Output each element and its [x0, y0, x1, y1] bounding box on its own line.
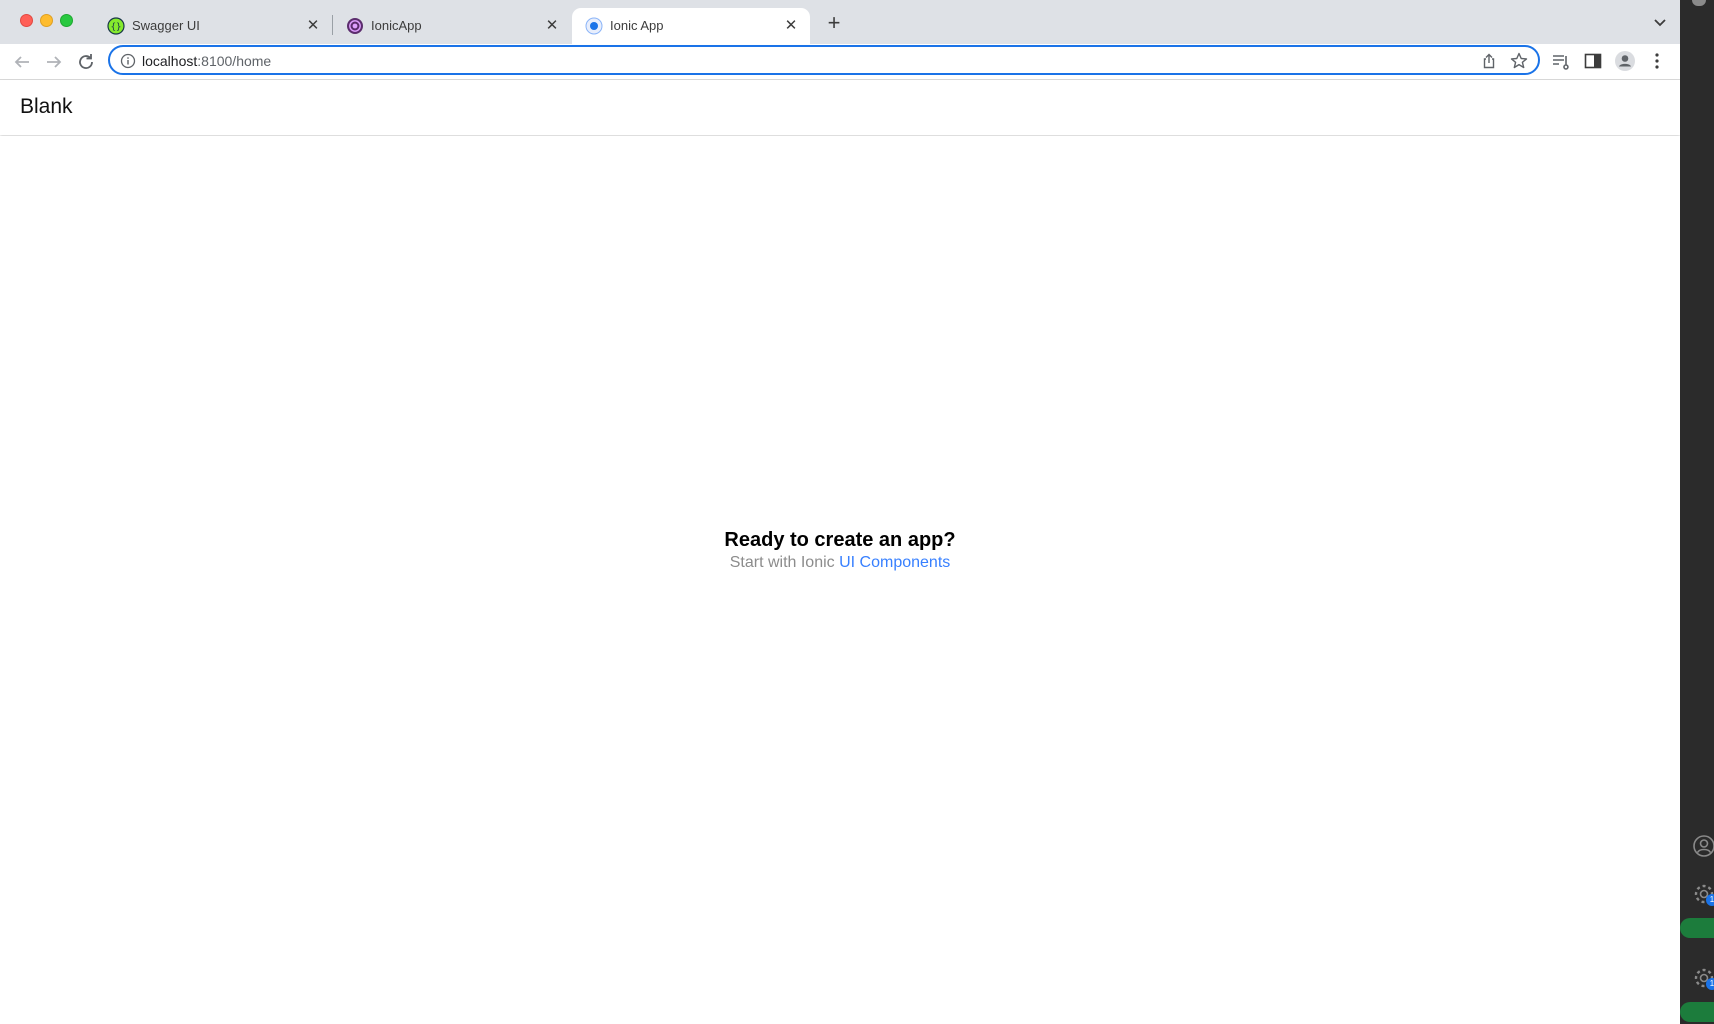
address-bar[interactable]: localhost:8100/home: [108, 45, 1540, 75]
ui-components-link[interactable]: UI Components: [839, 554, 950, 571]
empty-state-prefix: Start with Ionic: [729, 554, 840, 571]
close-window-button[interactable]: [20, 14, 33, 27]
account-icon[interactable]: [1692, 834, 1714, 858]
tab-title: Ionic App: [610, 18, 664, 33]
empty-state-heading: Ready to create an app?: [724, 529, 956, 551]
tab-swagger-ui[interactable]: {} Swagger UI ✕: [94, 8, 332, 44]
remote-indicator[interactable]: [1680, 1002, 1714, 1022]
url-path: :8100/home: [197, 53, 272, 69]
tab-title: IonicApp: [371, 18, 422, 33]
forward-icon[interactable]: [42, 50, 66, 74]
app-content: Ready to create an app? Start with Ionic…: [0, 136, 1680, 1024]
menu-kebab-icon[interactable]: [1646, 50, 1668, 72]
empty-state: Ready to create an app? Start with Ionic…: [0, 528, 1680, 574]
ide-activity-bar: 1 1: [1680, 0, 1714, 1024]
close-tab-icon[interactable]: ✕: [543, 17, 561, 35]
close-tab-icon[interactable]: ✕: [304, 17, 322, 35]
tab-ionic-app[interactable]: Ionic App ✕: [572, 8, 810, 44]
side-panel-icon[interactable]: [1582, 50, 1604, 72]
profile-avatar-icon[interactable]: [1614, 50, 1636, 72]
share-icon[interactable]: [1480, 52, 1498, 70]
new-tab-button[interactable]: +: [822, 11, 846, 35]
ionic-icon: [347, 18, 363, 34]
minimize-window-button[interactable]: [40, 14, 53, 27]
chrome-icon: [585, 17, 603, 35]
tab-ionicapp[interactable]: IonicApp ✕: [333, 8, 571, 44]
reload-icon[interactable]: [74, 50, 98, 74]
close-tab-icon[interactable]: ✕: [782, 17, 800, 35]
svg-text:{}: {}: [111, 23, 122, 33]
url-host: localhost: [142, 53, 198, 69]
tab-strip: {} Swagger UI ✕ IonicApp ✕ Ionic App ✕ +: [0, 0, 1680, 44]
notification-badge: 1: [1706, 978, 1714, 990]
swagger-icon: {}: [107, 17, 125, 35]
browser-window: {} Swagger UI ✕ IonicApp ✕ Ionic App ✕ +: [0, 0, 1680, 1024]
site-info-icon[interactable]: [120, 53, 136, 69]
maximize-window-button[interactable]: [60, 14, 73, 27]
page-title: Blank: [20, 95, 73, 118]
scrollbar-thumb[interactable]: [1692, 0, 1706, 6]
tab-title: Swagger UI: [132, 18, 200, 33]
chevron-down-icon[interactable]: [1650, 12, 1670, 32]
empty-state-text: Start with Ionic UI Components: [0, 552, 1680, 574]
back-icon[interactable]: [10, 50, 34, 74]
remote-indicator[interactable]: [1680, 918, 1714, 938]
notification-badge: 1: [1706, 894, 1714, 906]
app-header: Blank: [0, 80, 1680, 135]
url-text: localhost:8100/home: [142, 52, 271, 70]
bookmark-star-icon[interactable]: [1509, 51, 1529, 71]
browser-toolbar: localhost:8100/home: [0, 44, 1680, 80]
reading-list-icon[interactable]: [1550, 50, 1572, 72]
